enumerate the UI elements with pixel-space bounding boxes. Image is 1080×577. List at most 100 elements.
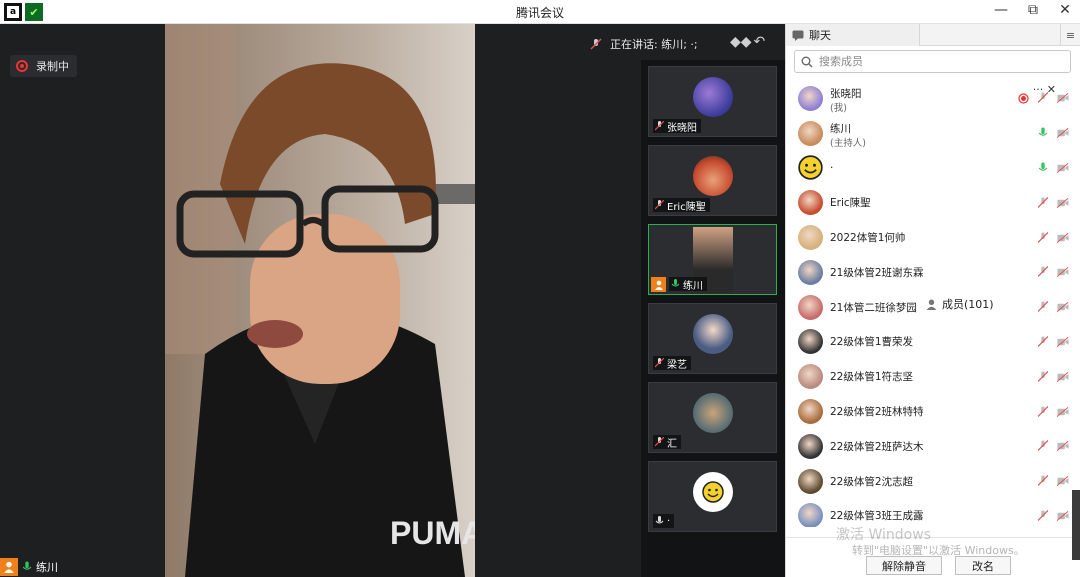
camera-off-icon[interactable] (1057, 406, 1069, 418)
scroll-handle[interactable] (1072, 490, 1080, 560)
camera-off-icon[interactable] (1057, 266, 1069, 278)
host-badge-icon (0, 558, 18, 576)
camera-off-icon[interactable] (1057, 440, 1069, 452)
avatar (693, 77, 733, 117)
member-row[interactable]: 2022体管1何帅 (786, 220, 1080, 255)
member-name: 22级体管2班萨达木 (830, 440, 924, 453)
member-row[interactable]: 21级体管2班谢东霖 (786, 255, 1080, 290)
member-row[interactable]: 22级体管2班林特特 (786, 394, 1080, 429)
member-name: Eric陳聖 (830, 197, 871, 210)
avatar (798, 329, 823, 355)
mic-muted-icon[interactable] (1037, 301, 1049, 313)
mic-on-icon (22, 561, 32, 570)
restore-icon[interactable]: ⧉ (1026, 2, 1040, 18)
camera-off-icon[interactable] (1057, 510, 1069, 522)
camera-off-icon[interactable] (1057, 197, 1069, 209)
mic-muted-icon[interactable] (1037, 92, 1049, 104)
avatar (798, 190, 823, 216)
member-row[interactable]: · (786, 151, 1080, 186)
mic-muted-icon[interactable] (1037, 231, 1049, 244)
member-name: 22级体管1符志坚 (830, 371, 914, 384)
member-search[interactable] (794, 50, 1071, 73)
member-row[interactable]: 22级体管2班萨达木 (786, 429, 1080, 464)
camera-off-icon[interactable] (1057, 301, 1069, 313)
mic-on-icon[interactable] (1037, 127, 1049, 139)
camera-off-icon[interactable] (1057, 371, 1069, 383)
mic-muted-icon[interactable] (1037, 475, 1049, 487)
participant-tile[interactable]: Eric陳聖 (648, 145, 777, 216)
record-icon (16, 60, 28, 72)
member-name: 张晓阳 (830, 88, 862, 100)
tile-name-label: 汇 (653, 435, 681, 450)
member-row[interactable]: 22级体管1曹荣发 (786, 325, 1080, 360)
member-status-icons (1037, 370, 1069, 383)
tab-chat[interactable]: 聊天 (786, 24, 920, 46)
member-status-icons (1037, 266, 1069, 278)
record-icon (1017, 92, 1029, 104)
avatar (798, 433, 823, 459)
mic-muted-icon[interactable] (1037, 509, 1049, 522)
camera-off-icon[interactable] (1057, 92, 1069, 104)
tile-name-label: 练川 (669, 277, 707, 292)
minimize-icon[interactable]: — (994, 2, 1008, 18)
participant-tile[interactable]: 梁艺 (648, 303, 777, 374)
recording-indicator[interactable]: 录制中 (10, 55, 77, 77)
search-input[interactable] (819, 55, 1059, 68)
sidebar-menu-icon[interactable]: ≡ (1060, 24, 1080, 46)
avatar (798, 85, 823, 111)
mic-muted-icon[interactable] (1037, 335, 1049, 348)
member-row[interactable]: Eric陳聖 (786, 185, 1080, 220)
speaker-video-frame: PUMA (165, 24, 475, 577)
speaking-text: 正在讲话: 练川; ·; (610, 38, 698, 51)
member-status-icons (1037, 475, 1069, 487)
member-status-icons (1037, 301, 1069, 313)
member-row[interactable]: 22级体管1符志坚 (786, 359, 1080, 394)
camera-off-icon[interactable] (1057, 475, 1069, 487)
mic-on-icon[interactable] (1037, 162, 1049, 174)
member-status-icons (1037, 509, 1069, 522)
close-icon[interactable]: ✕ (1058, 2, 1072, 18)
activation-watermark: 激活 Windows (836, 527, 931, 543)
member-role: (主持人) (830, 137, 866, 149)
member-row[interactable]: 练川 (主持人) (786, 116, 1080, 151)
collapse-icon[interactable]: ↶ (754, 34, 766, 50)
main-video[interactable]: PUMA (165, 24, 475, 577)
member-row[interactable]: 22级体管2沈志超 (786, 464, 1080, 499)
camera-off-icon[interactable] (1057, 232, 1069, 244)
members-sidebar: 聊天 成员(101) ··· ✕ ≡ 张晓阳 (我) 练川 (主持人) · Eric陳聖 2… (785, 24, 1080, 577)
mic-muted-icon[interactable] (1037, 266, 1049, 278)
member-name: 21级体管2班谢东霖 (830, 266, 924, 279)
participant-tile[interactable]: · (648, 461, 777, 532)
mic-muted-icon (655, 358, 664, 368)
member-status-icons (1037, 231, 1069, 244)
avatar (798, 503, 823, 527)
member-row[interactable]: 22级体管3班王成露 (786, 499, 1080, 527)
camera-off-icon[interactable] (1057, 336, 1069, 348)
mic-muted-icon[interactable] (1037, 370, 1049, 383)
unmute-all-button[interactable]: 解除静音 (866, 556, 942, 575)
avatar (693, 314, 733, 354)
rename-button[interactable]: 改名 (955, 556, 1011, 575)
member-name: 22级体管1曹荣发 (830, 336, 914, 349)
avatar (693, 393, 733, 433)
avatar (798, 294, 823, 320)
mic-muted-icon[interactable] (1037, 405, 1049, 418)
avatar (798, 120, 823, 146)
mic-muted-icon[interactable] (1037, 440, 1049, 452)
member-list: 张晓阳 (我) 练川 (主持人) · Eric陳聖 2022体管1何帅 21级体管2班谢东霖 2… (786, 81, 1080, 527)
member-row[interactable]: 21体管二班徐梦园 (786, 290, 1080, 325)
camera-off-icon[interactable] (1057, 162, 1069, 174)
participant-tile[interactable]: 张晓阳 (648, 66, 777, 137)
mic-on-icon (671, 279, 680, 287)
member-status-icons (1037, 405, 1069, 418)
camera-off-icon[interactable] (1057, 127, 1069, 139)
chat-icon (792, 30, 804, 41)
layout-toggle[interactable]: ◆◆ ↶ (730, 34, 765, 50)
grid-view-icon[interactable]: ◆◆ (730, 34, 752, 50)
participant-tile[interactable]: 汇 (648, 382, 777, 453)
member-status-icons (1037, 162, 1069, 174)
avatar (798, 468, 823, 494)
member-row[interactable]: 张晓阳 (我) (786, 81, 1080, 116)
participant-tile[interactable]: 练川 (648, 224, 777, 295)
mic-muted-icon[interactable] (1037, 196, 1049, 209)
